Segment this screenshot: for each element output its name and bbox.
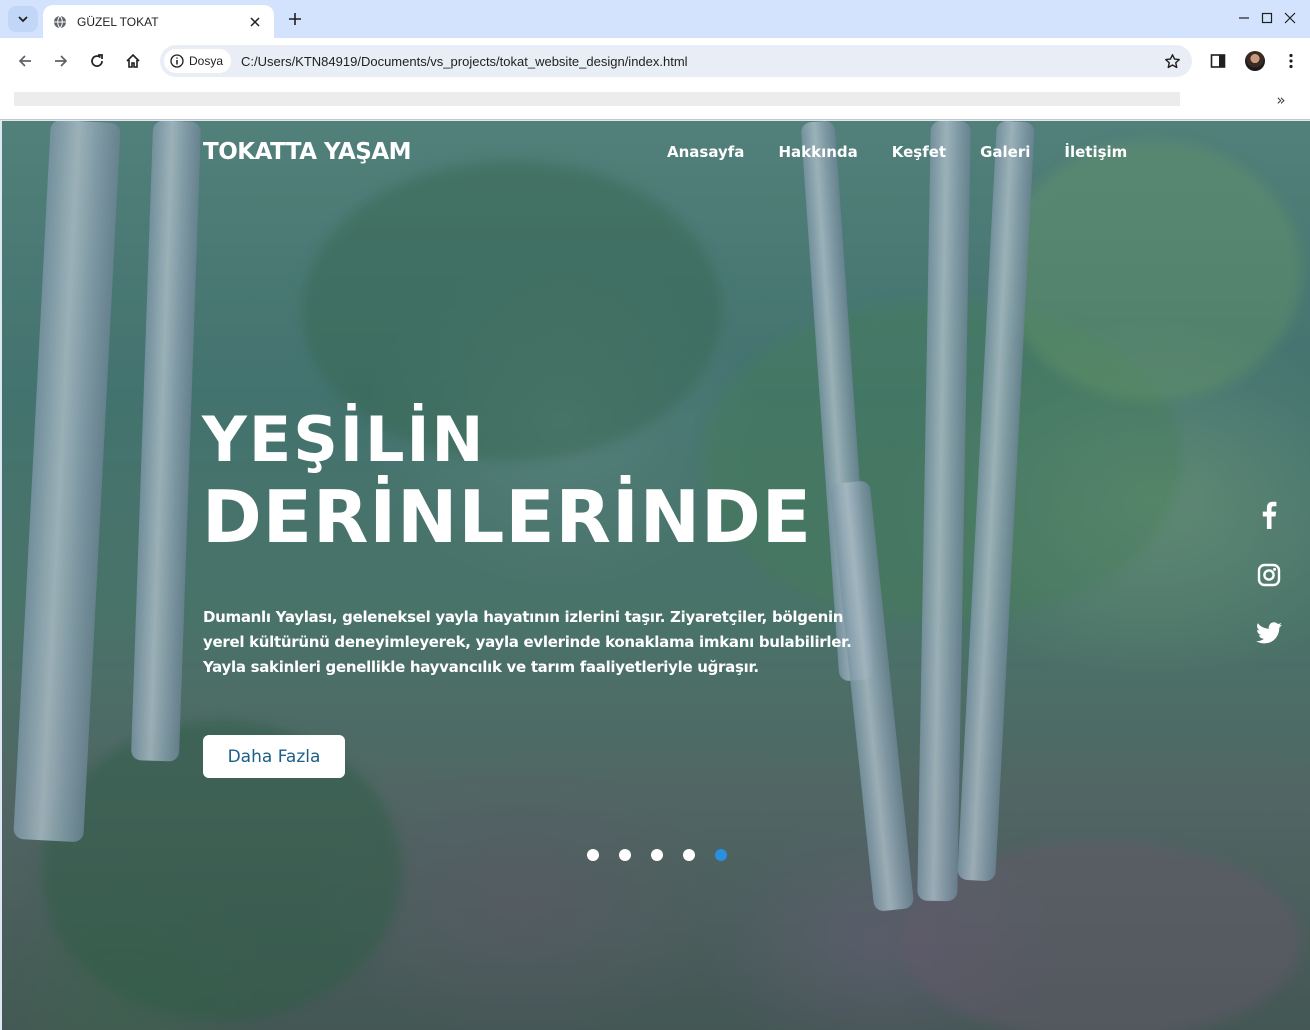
nav-link-kesfet[interactable]: Keşfet <box>892 143 946 161</box>
arrow-left-icon <box>18 55 31 67</box>
forward-button[interactable] <box>48 48 74 74</box>
tab-title: GÜZEL TOKAT <box>77 14 159 29</box>
hero-title-line-2: DERİNLERİNDE <box>202 475 812 559</box>
bookmarks-overflow-button[interactable]: » <box>1270 90 1292 110</box>
reload-button[interactable] <box>84 48 110 74</box>
nav-link-hakkinda[interactable]: Hakkında <box>778 143 857 161</box>
background-overlay <box>2 121 1310 1030</box>
home-icon <box>126 53 140 68</box>
hero-title-line-1: YEŞİLİN <box>202 403 486 476</box>
page-viewport: TOKATTA YAŞAM Anasayfa Hakkında Keşfet G… <box>2 121 1310 1030</box>
slider-dot[interactable] <box>619 849 631 861</box>
instagram-icon <box>1257 563 1281 587</box>
facebook-link[interactable] <box>1254 500 1284 530</box>
profile-avatar[interactable] <box>1245 51 1265 71</box>
side-panel-button[interactable] <box>1206 49 1230 73</box>
close-icon <box>250 16 260 27</box>
browser-toolbar: Dosya C:/Users/KTN84919/Documents/vs_pro… <box>0 38 1310 84</box>
slider-dot[interactable] <box>587 849 599 861</box>
facebook-icon <box>1262 501 1277 529</box>
bookmark-button[interactable] <box>1158 47 1186 75</box>
browser-tab[interactable]: GÜZEL TOKAT <box>43 5 274 38</box>
slider-dot-active[interactable] <box>715 849 727 861</box>
slider-dot[interactable] <box>683 849 695 861</box>
new-tab-button[interactable] <box>284 8 306 30</box>
browser-menu-button[interactable] <box>1280 49 1302 73</box>
nav-link-galeri[interactable]: Galeri <box>980 143 1030 161</box>
tab-search-button[interactable] <box>8 6 38 32</box>
star-icon <box>1164 53 1180 68</box>
back-button[interactable] <box>12 48 38 74</box>
site-chip-label: Dosya <box>189 54 224 68</box>
site-logo[interactable]: TOKATTA YAŞAM <box>203 139 412 165</box>
main-nav: Anasayfa Hakkında Keşfet Galeri İletişim <box>667 143 1127 161</box>
plus-icon <box>289 13 301 25</box>
bookmarks-placeholder <box>14 92 1180 106</box>
arrow-right-icon <box>55 55 68 67</box>
more-vertical-icon <box>1289 53 1293 69</box>
browser-tabstrip: GÜZEL TOKAT <box>0 0 1310 38</box>
tab-close-button[interactable] <box>246 13 264 31</box>
side-panel-icon <box>1210 54 1226 68</box>
site-info-chip[interactable]: Dosya <box>164 49 232 73</box>
close-icon <box>1284 12 1296 24</box>
window-close-button[interactable] <box>1267 0 1310 36</box>
slider-dot[interactable] <box>651 849 663 861</box>
url-text[interactable]: C:/Users/KTN84919/Documents/vs_projects/… <box>241 54 1158 69</box>
info-icon <box>170 54 184 68</box>
reload-icon <box>91 54 103 67</box>
twitter-icon <box>1256 622 1282 644</box>
twitter-link[interactable] <box>1254 618 1284 648</box>
nav-link-iletisim[interactable]: İletişim <box>1064 143 1127 161</box>
address-bar[interactable]: Dosya C:/Users/KTN84919/Documents/vs_pro… <box>160 45 1192 77</box>
globe-icon <box>54 15 66 28</box>
daha-fazla-button[interactable]: Daha Fazla <box>203 735 345 778</box>
instagram-link[interactable] <box>1254 560 1284 590</box>
home-button[interactable] <box>120 48 146 74</box>
chevron-down-icon <box>18 16 28 23</box>
slider-dots <box>587 849 727 861</box>
hero-description: Dumanlı Yaylası, geleneksel yayla hayatı… <box>203 608 852 676</box>
bookmarks-bar: » <box>0 84 1310 120</box>
nav-link-anasayfa[interactable]: Anasayfa <box>667 143 744 161</box>
